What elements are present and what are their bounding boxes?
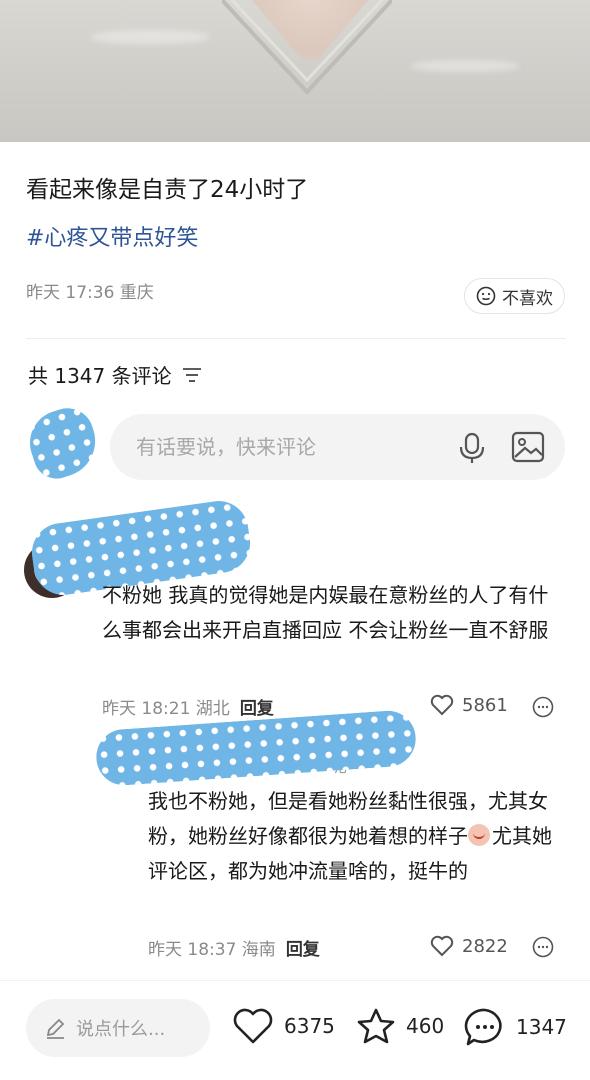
comment-like-count: 5861: [462, 694, 508, 716]
redacted-username: [94, 708, 418, 788]
post-image[interactable]: [0, 0, 590, 142]
crying-emoji-icon: [468, 824, 490, 846]
comment-input[interactable]: [136, 435, 436, 459]
more-icon[interactable]: [532, 696, 554, 718]
filter-icon[interactable]: [182, 367, 202, 383]
dislike-label: 不喜欢: [502, 288, 553, 309]
reply-time-location: 昨天 18:37 海南: [148, 940, 276, 960]
say-something-input[interactable]: 说点什么...: [26, 999, 210, 1057]
bottom-action-bar: 说点什么... 6375 460 1347: [0, 980, 590, 1080]
comment-count-label: 共 1347 条评论: [28, 364, 172, 388]
favorite-button[interactable]: 460: [356, 1007, 444, 1045]
comment-count: 1347: [516, 1015, 567, 1039]
my-avatar[interactable]: [21, 401, 105, 485]
comment-count-header: 共 1347 条评论: [28, 360, 202, 389]
comment-button[interactable]: 1347: [464, 1007, 567, 1047]
collar-shape: [222, 0, 392, 95]
post-like-count: 6375: [284, 1014, 335, 1038]
divider: [26, 338, 566, 339]
comment-meta: 昨天 18:21 湖北 回复: [102, 694, 274, 719]
comment-text: 不粉她 我真的觉得她是内娱最在意粉丝的人了有什么事都会出来开启直播回应 不会让粉…: [102, 583, 549, 642]
post-hashtag[interactable]: #心疼又带点好笑: [26, 220, 198, 252]
favorite-count: 460: [406, 1014, 445, 1038]
reply-like-count: 2822: [462, 935, 508, 957]
image-icon[interactable]: [511, 431, 545, 463]
comment-icon: [464, 1008, 502, 1046]
heart-icon: [430, 935, 454, 957]
dislike-button[interactable]: 不喜欢: [464, 278, 565, 314]
reply-text: 我也不粉她，但是看她粉丝黏性很强，尤其女粉，她粉丝好像都很为她着想的样子 尤其她评…: [148, 784, 568, 889]
fabric-fold: [410, 60, 520, 72]
smile-icon: [476, 286, 496, 306]
mic-icon[interactable]: [457, 432, 487, 464]
reply-meta: 昨天 18:37 海南 回复: [148, 935, 320, 960]
post-title: 看起来像是自责了24小时了: [26, 177, 309, 203]
star-icon: [357, 1008, 395, 1044]
reply-button[interactable]: 回复: [286, 935, 320, 960]
heart-icon: [233, 1008, 273, 1044]
more-icon[interactable]: [532, 936, 554, 958]
comment-composer[interactable]: [110, 414, 565, 480]
say-placeholder: 说点什么...: [76, 1019, 166, 1040]
reply-like-button[interactable]: 2822: [430, 935, 508, 957]
reply-button[interactable]: 回复: [240, 694, 274, 719]
fabric-fold: [90, 30, 210, 44]
heart-icon: [430, 694, 454, 716]
post-like-button[interactable]: 6375: [232, 1007, 335, 1045]
post-meta: 昨天 17:36 重庆: [26, 283, 154, 303]
comment-like-button[interactable]: 5861: [430, 694, 508, 716]
pencil-icon: [46, 1018, 65, 1039]
comment-time-location: 昨天 18:21 湖北: [102, 699, 230, 719]
